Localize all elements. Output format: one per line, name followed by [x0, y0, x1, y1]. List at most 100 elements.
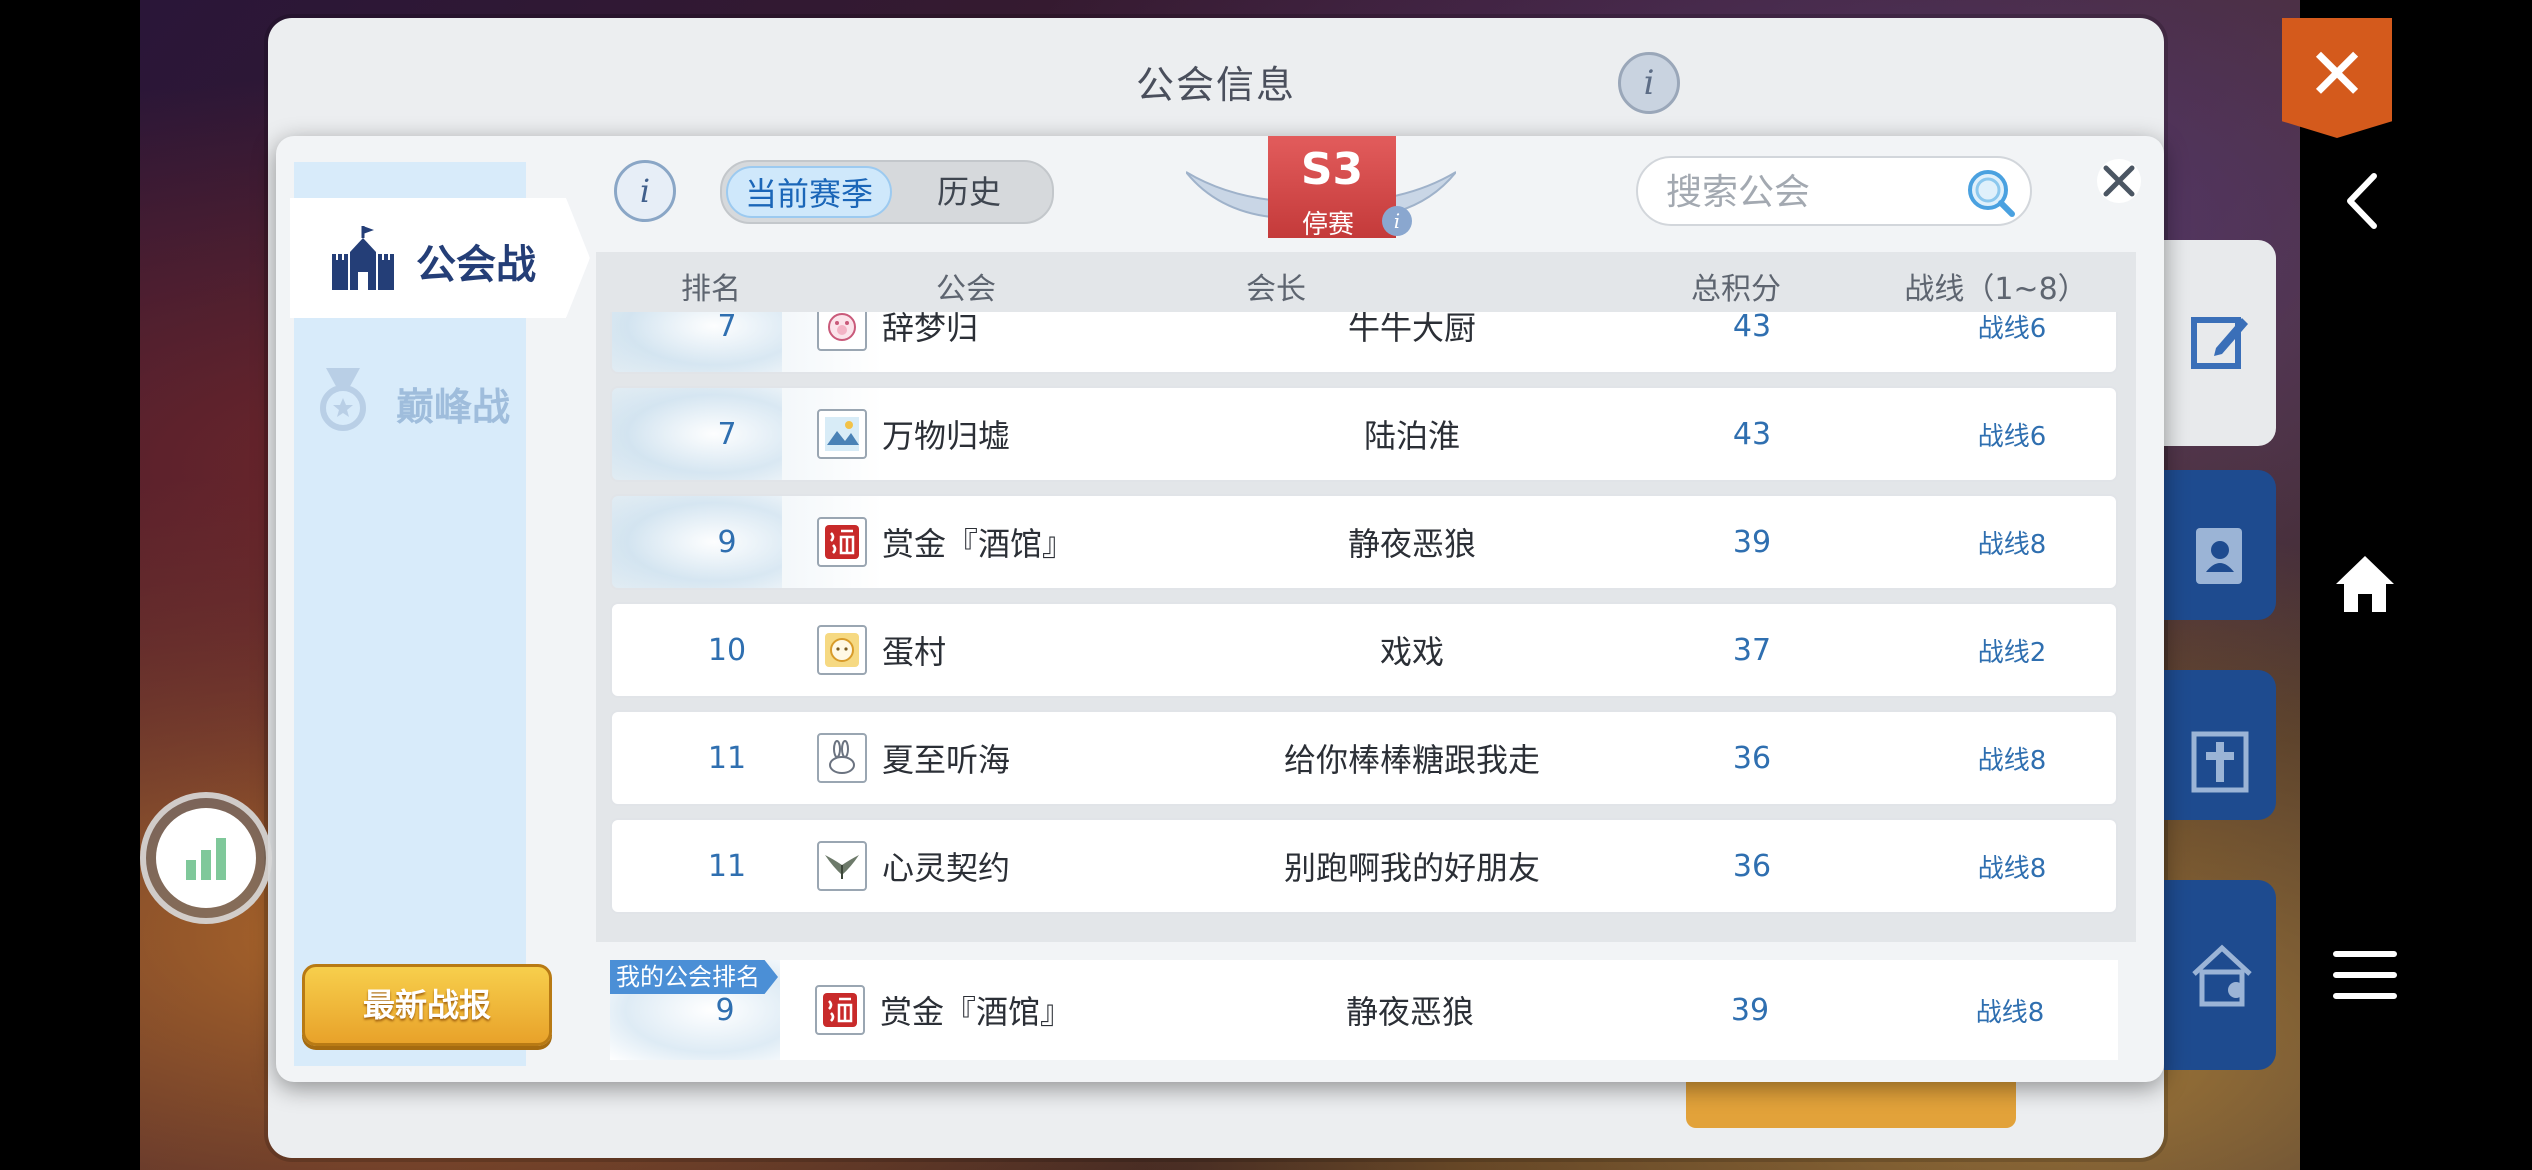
search-icon[interactable] — [1964, 166, 2016, 218]
guild-rank: 11 — [707, 848, 747, 884]
guild-leader: 静夜恶狼 — [1347, 525, 1476, 563]
contact-book-icon — [2196, 528, 2242, 584]
my-guild-name: 赏金『酒馆』 — [880, 993, 1073, 1031]
guild-emblem — [816, 712, 868, 804]
guild-name: 辞梦归 — [882, 312, 979, 347]
my-guild-leader: 静夜恶狼 — [1345, 993, 1474, 1031]
guild-leader: 牛牛大厨 — [1347, 312, 1476, 347]
guild-score: 43 — [1732, 416, 1772, 452]
guild-leader: 别跑啊我的好朋友 — [1283, 849, 1540, 887]
search-box — [1636, 156, 2032, 226]
table-header: 排名 公会 会长 总积分 战线（1~8） — [596, 252, 2136, 312]
ranking-list[interactable]: 7 辞梦归 牛牛大厨 43 战线6 7 万物归墟 陆泊淮 43 战线6 9 赏金『酒馆』 静夜恶狼 39 战… — [596, 312, 2136, 942]
castle-icon — [332, 226, 394, 290]
rabbit-emblem-icon — [817, 733, 867, 783]
guild-score: 36 — [1732, 848, 1772, 884]
signal-widget-face — [156, 808, 256, 908]
guild-war-ranking-dialog: 公会战 巅峰战 最新战报 i 当前赛季 历史 S3 停赛 i 搜索公会 排名 公… — [276, 136, 2164, 1082]
season-info-icon[interactable]: i — [1382, 206, 1412, 236]
signal-bars-icon — [186, 838, 226, 880]
table-row[interactable]: 10 蛋村 戏戏 37 战线2 — [610, 602, 2118, 698]
cross-icon — [2191, 731, 2249, 793]
season-status: 停赛 — [1301, 210, 1354, 240]
guild-name: 万物归墟 — [882, 417, 1011, 455]
edit-icon — [2191, 317, 2248, 369]
guild-score: 36 — [1732, 740, 1772, 776]
side-tab-edit[interactable] — [2164, 240, 2276, 446]
guild-emblem — [816, 604, 868, 696]
table-row[interactable]: 7 万物归墟 陆泊淮 43 战线6 — [610, 386, 2118, 482]
guild-rank: 7 — [717, 312, 737, 344]
search-input[interactable] — [1664, 164, 1958, 220]
guild-score: 43 — [1732, 312, 1772, 344]
tab-history[interactable]: 历史 — [894, 166, 1044, 218]
guild-leader: 戏戏 — [1379, 633, 1444, 671]
guild-emblem — [816, 820, 868, 912]
pig-emblem-icon — [817, 312, 867, 351]
season-badge: S3 停赛 i — [1186, 136, 1456, 266]
my-guild-rank-tag: 我的公会排名 — [610, 960, 778, 994]
wine-seal-emblem-icon — [817, 517, 867, 567]
guild-name: 赏金『酒馆』 — [882, 525, 1075, 563]
tab-peak-war[interactable]: 巅峰战 — [316, 366, 576, 446]
column-header-leader: 会长 — [1246, 272, 1306, 307]
guild-home-icon — [2192, 944, 2252, 1007]
column-header-battle-line: 战线（1~8） — [1904, 272, 2088, 307]
medal-icon — [320, 368, 366, 431]
guild-name: 蛋村 — [882, 633, 947, 671]
guild-rank: 7 — [717, 416, 737, 452]
latest-report-button[interactable]: 最新战报 — [302, 964, 552, 1046]
guild-battle-line[interactable]: 战线6 — [1852, 312, 2116, 372]
wine-seal-emblem-icon — [815, 985, 865, 1035]
my-guild-score: 39 — [1730, 992, 1770, 1028]
landscape-emblem-icon — [817, 409, 867, 459]
wings-emblem-icon — [817, 841, 867, 891]
close-icon[interactable] — [2094, 156, 2144, 206]
guild-battle-line[interactable]: 战线2 — [1852, 604, 2116, 696]
guild-emblem — [816, 388, 868, 480]
guild-leader: 给你棒棒糖跟我走 — [1283, 741, 1540, 779]
tab-current-season[interactable]: 当前赛季 — [726, 166, 892, 218]
guild-battle-line[interactable]: 战线6 — [1852, 388, 2116, 480]
tab-guild-war-label: 公会战 — [416, 242, 536, 288]
guild-info-title: 公会信息 — [1135, 63, 1296, 107]
guild-info-help-icon[interactable]: i — [1618, 52, 1680, 114]
season-toggle: 当前赛季 历史 — [720, 160, 1054, 224]
guild-battle-line[interactable]: 战线8 — [1852, 712, 2116, 804]
guild-rank: 10 — [707, 632, 747, 668]
guild-name: 心灵契约 — [882, 849, 1011, 887]
tab-peak-war-label: 巅峰战 — [396, 385, 511, 429]
my-guild-rank-row[interactable]: 9 赏金『酒馆』 静夜恶狼 39 战线8 我的公会排名 — [610, 960, 2118, 1060]
table-row[interactable]: 11 夏至听海 给你棒棒糖跟我走 36 战线8 — [610, 710, 2118, 806]
guild-emblem — [816, 496, 868, 588]
side-tab-guild-home[interactable] — [2164, 880, 2276, 1070]
table-row[interactable]: 9 赏金『酒馆』 静夜恶狼 39 战线8 — [610, 494, 2118, 590]
my-guild-emblem — [814, 960, 866, 1060]
back-nav-icon[interactable] — [2322, 158, 2408, 244]
help-info-icon[interactable]: i — [614, 160, 676, 222]
menu-nav-icon[interactable] — [2322, 932, 2408, 1018]
my-guild-battle-line[interactable]: 战线8 — [1850, 960, 2164, 1060]
guild-leader: 陆泊淮 — [1363, 417, 1460, 455]
network-signal-widget[interactable] — [140, 792, 272, 924]
guild-emblem — [816, 312, 868, 372]
column-header-guild: 公会 — [936, 272, 996, 307]
column-header-score: 总积分 — [1691, 272, 1781, 307]
column-header-rank: 排名 — [681, 272, 741, 307]
table-row[interactable]: 7 辞梦归 牛牛大厨 43 战线6 — [610, 312, 2118, 374]
guild-name: 夏至听海 — [882, 741, 1011, 779]
guild-rank: 9 — [717, 524, 737, 560]
home-nav-icon[interactable] — [2322, 542, 2408, 628]
side-tab-contacts[interactable] — [2164, 470, 2276, 620]
side-tab-church[interactable] — [2164, 670, 2276, 820]
guild-rank: 11 — [707, 740, 747, 776]
guild-info-close-button[interactable]: ✕ — [2282, 18, 2392, 138]
egg-emblem-icon — [817, 625, 867, 675]
season-number: S3 — [1300, 144, 1364, 195]
tab-guild-war[interactable]: 公会战 — [290, 198, 590, 318]
guild-score: 37 — [1732, 632, 1772, 668]
guild-battle-line[interactable]: 战线8 — [1852, 496, 2116, 588]
table-row[interactable]: 11 心灵契约 别跑啊我的好朋友 36 战线8 — [610, 818, 2118, 914]
guild-battle-line[interactable]: 战线8 — [1852, 820, 2116, 912]
guild-score: 39 — [1732, 524, 1772, 560]
